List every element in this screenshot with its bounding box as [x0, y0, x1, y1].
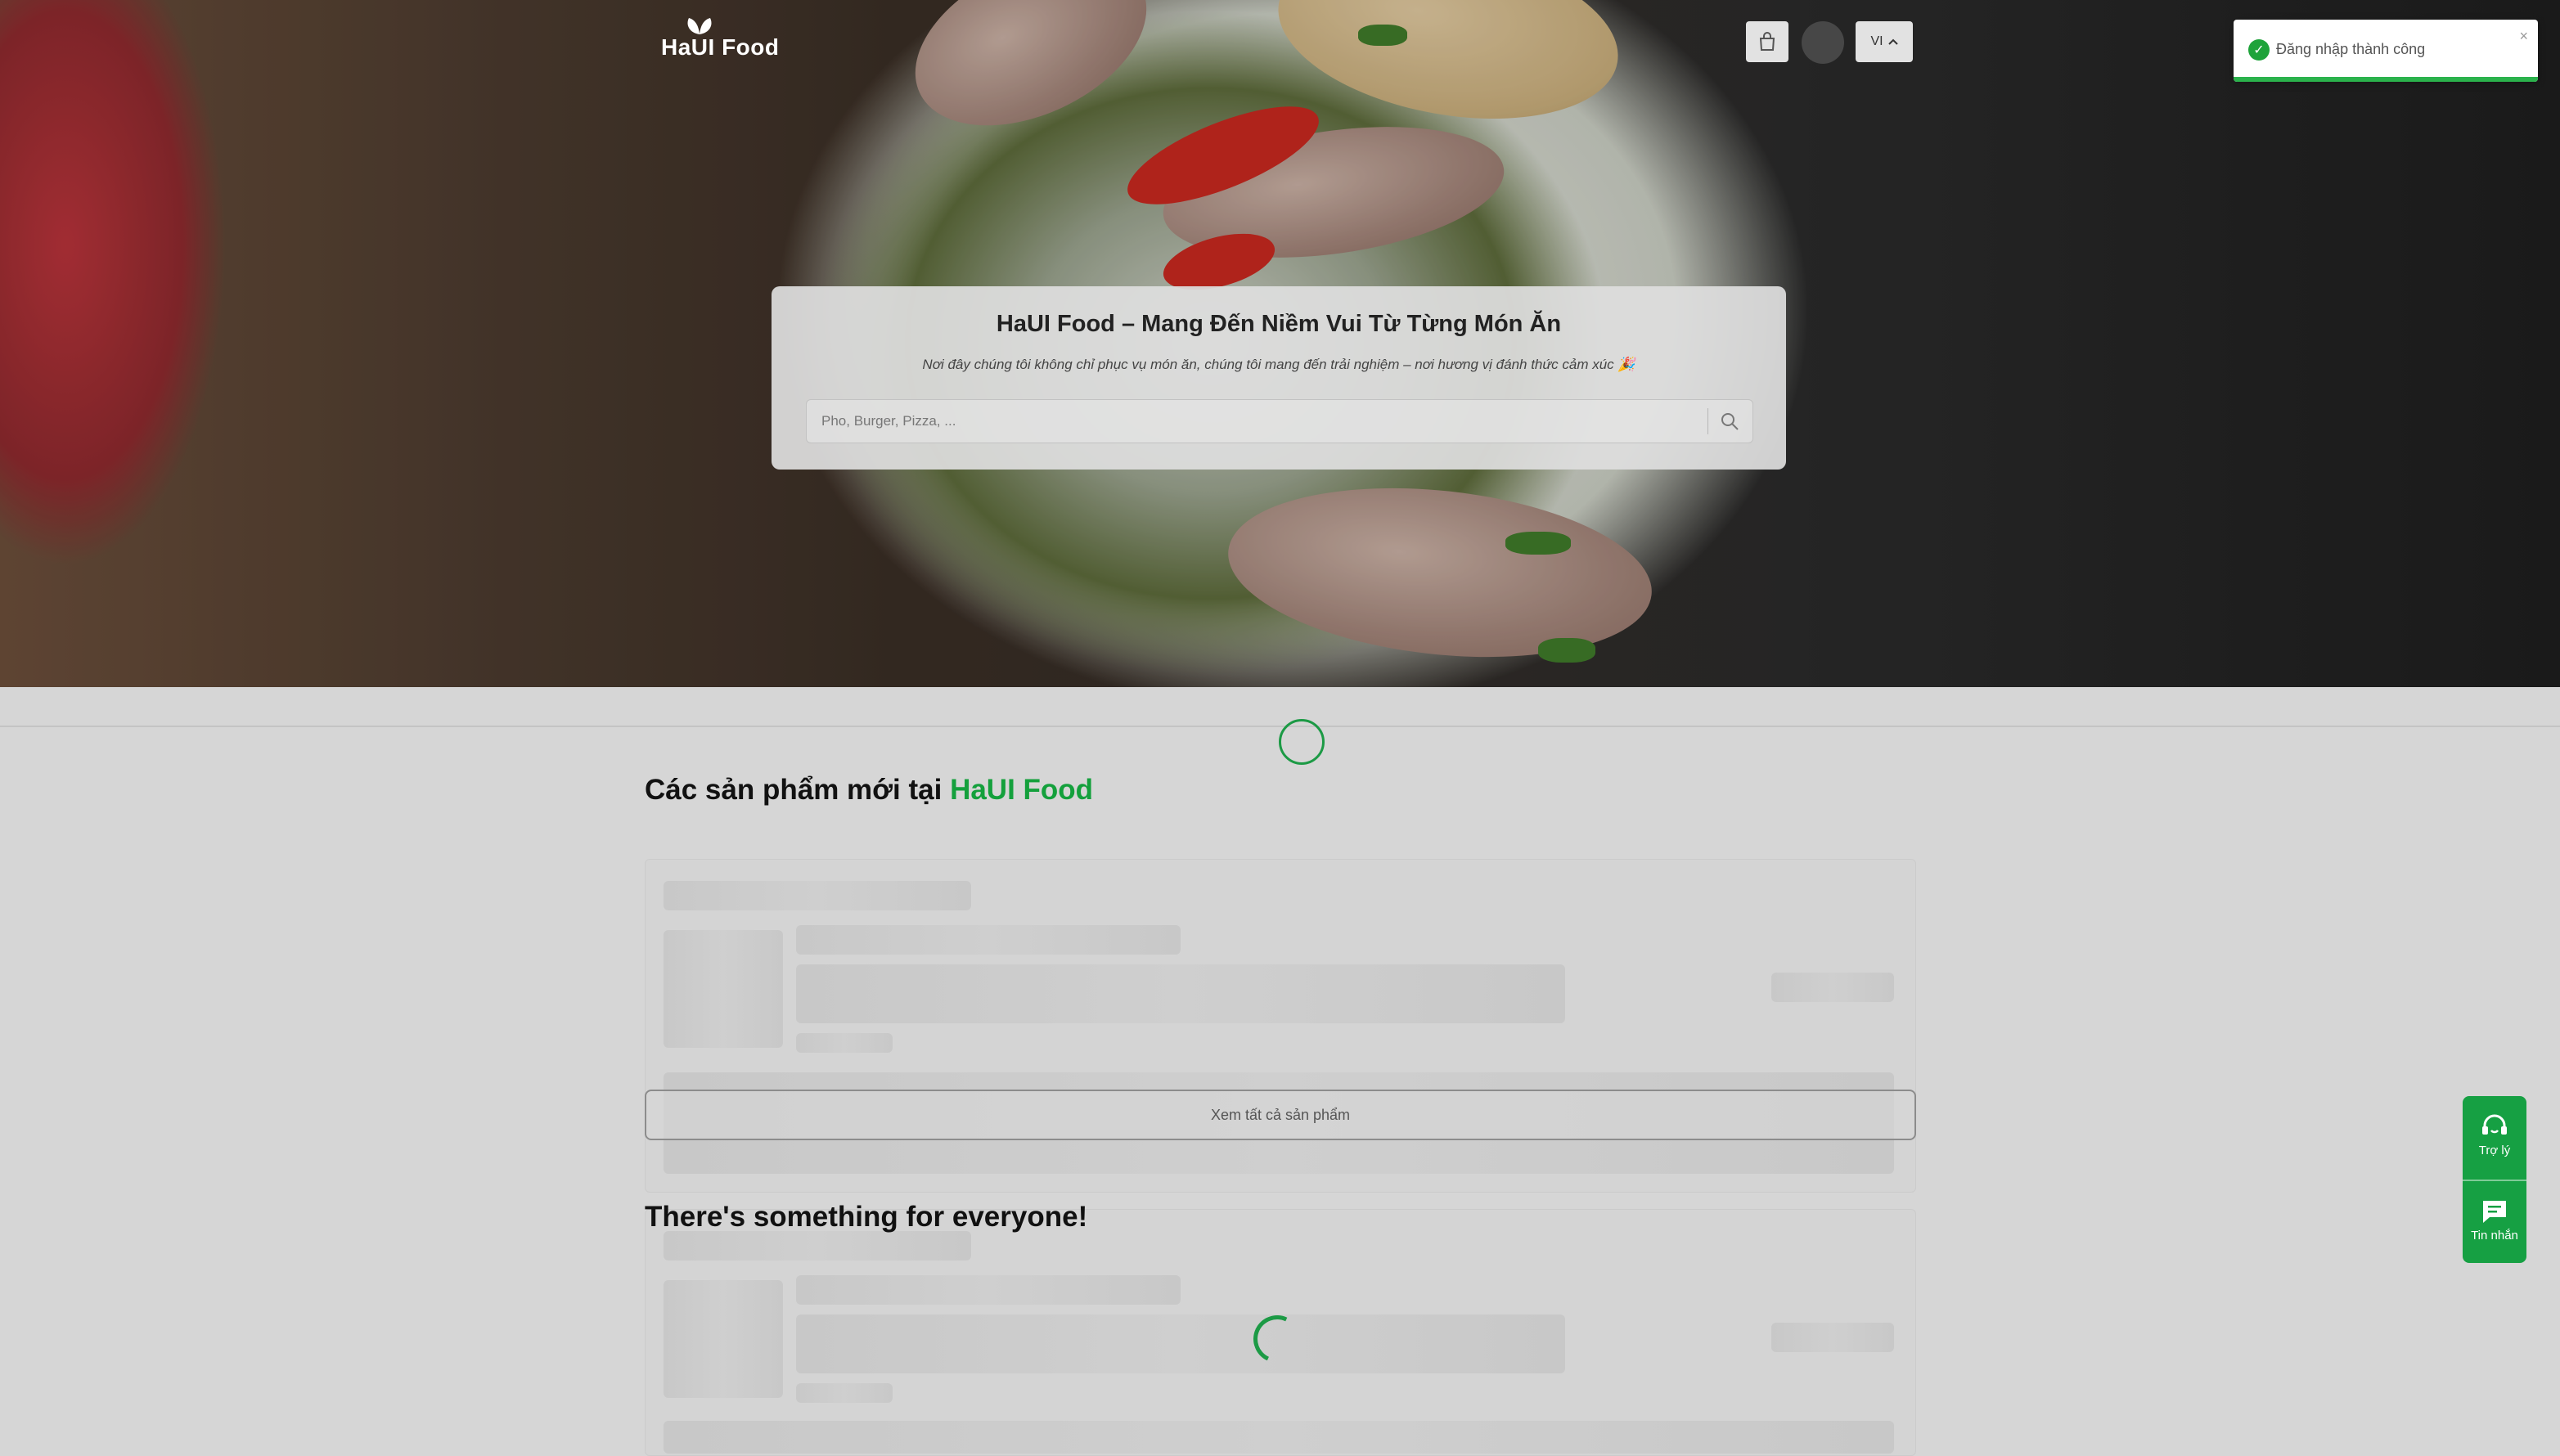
search-divider	[1707, 408, 1708, 434]
section-title-new-products: Các sản phẩm mới tại HaUI Food	[645, 774, 1093, 807]
support-button[interactable]: Trợ lý	[2463, 1112, 2526, 1157]
avatar[interactable]	[1802, 21, 1844, 64]
loading-spinner	[1279, 719, 1325, 765]
skeleton-line	[796, 1314, 1565, 1373]
skeleton-line	[796, 1383, 893, 1403]
headset-icon	[2482, 1114, 2507, 1135]
product-list-skeleton	[645, 859, 1916, 1193]
fab-divider	[2463, 1180, 2526, 1181]
chat-icon	[2483, 1201, 2506, 1223]
skeleton-price	[1771, 973, 1894, 1002]
messages-button[interactable]: Tin nhắn	[2463, 1198, 2526, 1243]
hero-subtitle: Nơi đây chúng tôi không chỉ phục vụ món …	[922, 357, 1635, 372]
login-success-toast: ✓ Đăng nhập thành công ×	[2234, 20, 2538, 82]
divider	[0, 726, 2560, 727]
logo-text: HaUI Food	[661, 34, 780, 60]
skeleton-line	[664, 1231, 971, 1261]
support-label: Trợ lý	[2478, 1144, 2511, 1157]
search-icon[interactable]	[1720, 411, 1739, 431]
section-title-highlight: HaUI Food	[950, 774, 1094, 806]
skeleton-line	[664, 881, 971, 910]
language-label: VI	[1870, 34, 1883, 48]
chevron-up-icon	[1887, 38, 1898, 45]
leaf-icon	[687, 18, 712, 34]
floating-action-panel: Trợ lý Tin nhắn	[2463, 1096, 2526, 1263]
skeleton-image	[664, 1280, 783, 1398]
check-circle-icon: ✓	[2248, 39, 2270, 61]
toast-progress-bar	[2234, 77, 2538, 82]
skeleton-line	[796, 1275, 1181, 1305]
skeleton-line	[796, 964, 1565, 1023]
section-title-everyone: There's something for everyone!	[645, 1201, 1088, 1233]
hero-banner: HaUI Food VI HaUI Food – Mang Đến Niềm V…	[0, 0, 2560, 687]
search-placeholder: Pho, Burger, Pizza, ...	[821, 413, 956, 429]
skeleton-line	[796, 1033, 893, 1053]
skeleton-price	[1771, 1323, 1894, 1352]
toast-message: Đăng nhập thành công	[2276, 41, 2426, 57]
skeleton-row	[664, 1421, 1894, 1454]
bag-icon	[1759, 32, 1775, 51]
cart-button[interactable]	[1746, 21, 1788, 62]
skeleton-line	[796, 925, 1181, 955]
messages-label: Tin nhắn	[2471, 1229, 2518, 1243]
section-title-prefix: Các sản phẩm mới tại	[645, 774, 951, 806]
language-selector[interactable]: VI	[1856, 21, 1913, 62]
hero-title: HaUI Food – Mang Đến Niềm Vui Từ Từng Mó…	[996, 311, 1562, 337]
hero-search-card: HaUI Food – Mang Đến Niềm Vui Từ Từng Mó…	[772, 286, 1786, 470]
search-input[interactable]: Pho, Burger, Pizza, ...	[806, 399, 1753, 443]
close-icon[interactable]: ×	[2519, 28, 2528, 45]
skeleton-image	[664, 930, 783, 1048]
view-all-products-button[interactable]: Xem tất cả sản phẩm	[645, 1090, 1916, 1140]
